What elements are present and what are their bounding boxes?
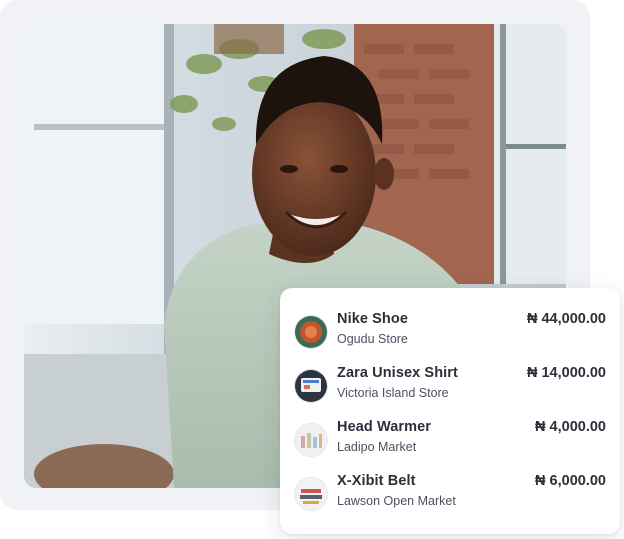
- list-item[interactable]: Zara Unisex Shirt Victoria Island Store …: [294, 365, 606, 406]
- product-price: ₦ 14,000.00: [526, 365, 606, 381]
- product-store: Ladipo Market: [337, 440, 417, 454]
- product-name: Head Warmer: [337, 419, 432, 435]
- product-store: Victoria Island Store: [337, 386, 449, 400]
- product-name: Nike Shoe: [337, 311, 409, 327]
- product-price: ₦ 4,000.00: [535, 419, 606, 435]
- product-list-card: Nike Shoe Ogudu Store ₦ 44,000.00 Zara U…: [280, 288, 620, 534]
- product-price: ₦ 44,000.00: [526, 311, 606, 327]
- product-store: Ogudu Store: [337, 332, 408, 346]
- product-price: ₦ 6,000.00: [535, 473, 606, 489]
- list-item[interactable]: X-Xibit Belt Lawson Open Market ₦ 6,000.…: [294, 473, 606, 514]
- list-item[interactable]: Head Warmer Ladipo Market ₦ 4,000.00: [294, 419, 606, 460]
- shoe-thumbnail-icon: [294, 315, 328, 349]
- belt-thumbnail-icon: [294, 477, 328, 511]
- product-store: Lawson Open Market: [337, 494, 456, 508]
- shirt-thumbnail-icon: [294, 369, 328, 403]
- warmer-thumbnail-icon: [294, 423, 328, 457]
- list-item[interactable]: Nike Shoe Ogudu Store ₦ 44,000.00: [294, 311, 606, 352]
- product-name: Zara Unisex Shirt: [337, 365, 458, 381]
- product-name: X-Xibit Belt: [337, 473, 416, 489]
